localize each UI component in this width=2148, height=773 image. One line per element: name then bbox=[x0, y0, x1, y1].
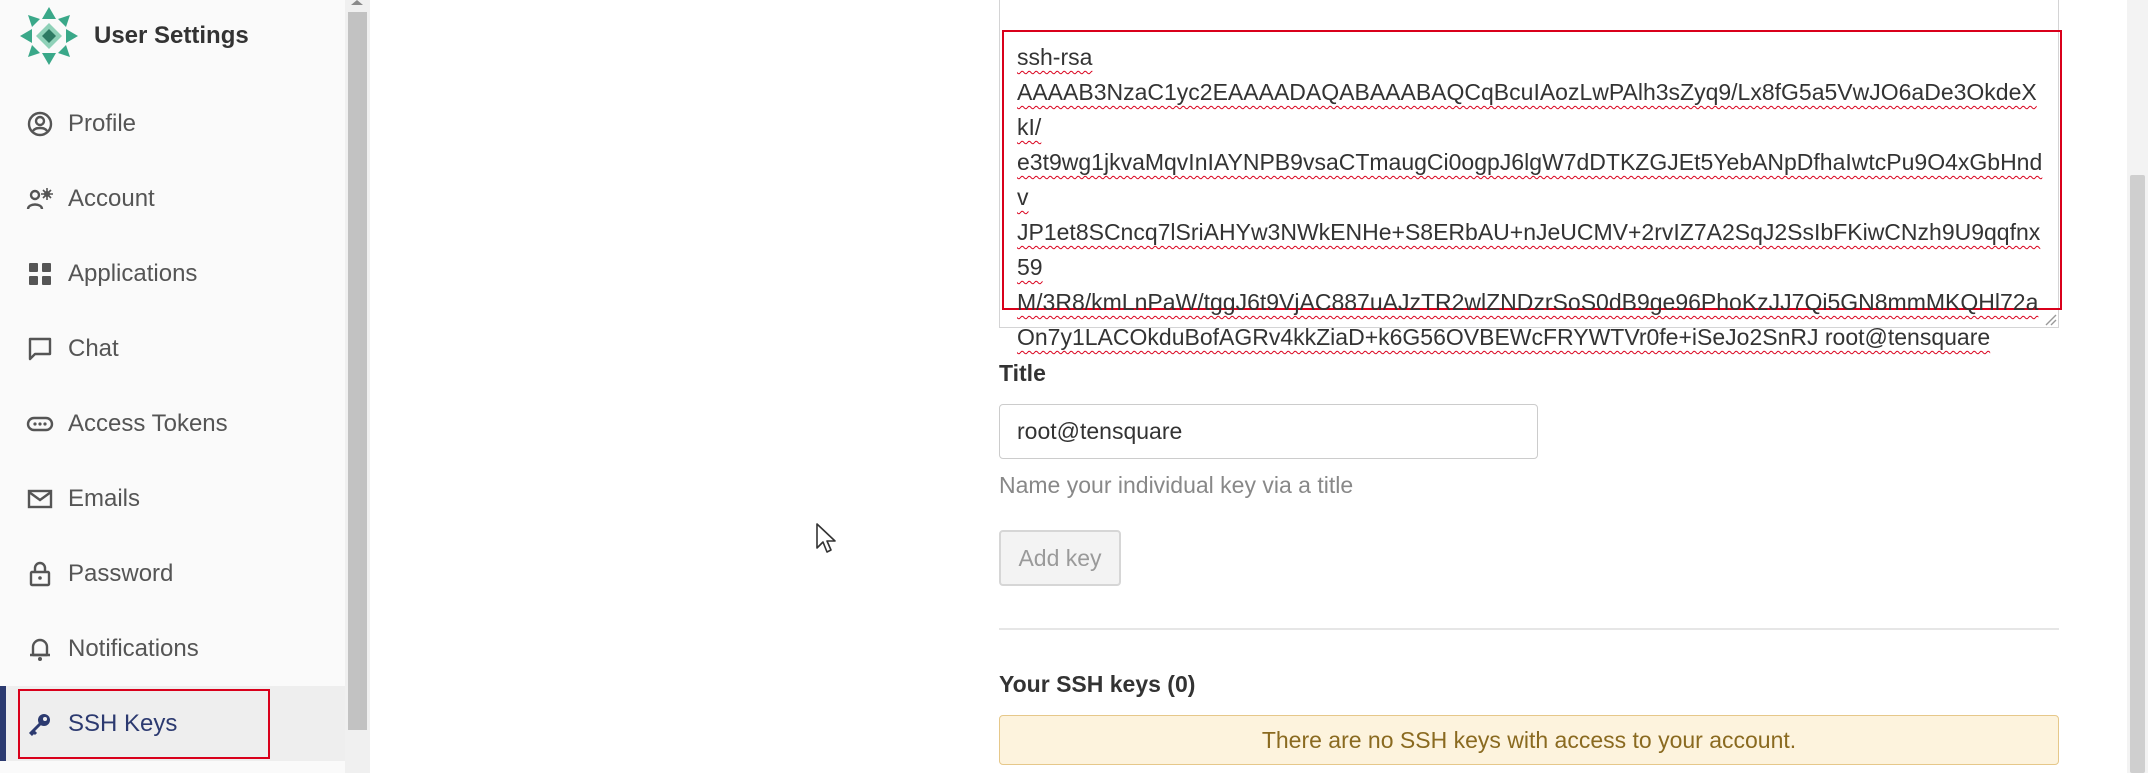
applications-icon bbox=[26, 260, 54, 288]
ssh-keys-highlight-box bbox=[18, 689, 270, 759]
settings-nav: Profile Account Applications Chat Access… bbox=[0, 86, 345, 761]
sidebar-scrollbar-thumb[interactable] bbox=[348, 12, 367, 730]
resize-handle-icon[interactable] bbox=[2043, 312, 2057, 326]
sidebar-item-access-tokens[interactable]: Access Tokens bbox=[0, 386, 345, 461]
sidebar-item-label: Notifications bbox=[68, 634, 199, 662]
title-label: Title bbox=[999, 360, 1046, 386]
add-key-button[interactable]: Add key bbox=[999, 530, 1121, 586]
account-icon bbox=[26, 185, 54, 213]
empty-keys-notice: There are no SSH keys with access to you… bbox=[999, 715, 2059, 765]
profile-icon bbox=[26, 110, 54, 138]
section-divider bbox=[999, 628, 2059, 630]
sidebar-item-applications[interactable]: Applications bbox=[0, 236, 345, 311]
app-logo-icon bbox=[20, 7, 78, 65]
brand[interactable]: User Settings bbox=[18, 4, 249, 68]
page-scrollbar-thumb[interactable] bbox=[2130, 175, 2145, 773]
sidebar-item-account[interactable]: Account bbox=[0, 161, 345, 236]
scroll-up-arrow-icon[interactable] bbox=[351, 0, 363, 5]
sidebar-item-label: Account bbox=[68, 184, 155, 212]
title-input[interactable] bbox=[999, 404, 1538, 459]
title-help-text: Name your individual key via a title bbox=[999, 472, 1354, 498]
sidebar-item-notifications[interactable]: Notifications bbox=[0, 611, 345, 686]
active-indicator bbox=[0, 686, 6, 761]
chat-icon bbox=[26, 335, 54, 363]
sidebar-item-ssh-keys[interactable]: SSH Keys bbox=[0, 686, 345, 761]
sidebar-item-label: Applications bbox=[68, 259, 198, 287]
sidebar-item-emails[interactable]: Emails bbox=[0, 461, 345, 536]
sidebar-item-profile[interactable]: Profile bbox=[0, 86, 345, 161]
mouse-cursor-icon bbox=[816, 523, 836, 553]
ssh-key-content[interactable]: ssh-rsa AAAAB3NzaC1yc2EAAAADAQABAAABAQCq… bbox=[1017, 40, 2047, 355]
sidebar-item-label: Emails bbox=[68, 484, 141, 512]
sidebar-item-label: Chat bbox=[68, 334, 119, 362]
notifications-icon bbox=[26, 635, 54, 663]
sidebar-item-label: Access Tokens bbox=[68, 409, 228, 437]
access-tokens-icon bbox=[26, 410, 54, 438]
sidebar-item-label: Profile bbox=[68, 109, 137, 137]
app-title: User Settings bbox=[94, 22, 249, 49]
sidebar-item-label: Password bbox=[68, 559, 174, 587]
sidebar-item-chat[interactable]: Chat bbox=[0, 311, 345, 386]
sidebar: User Settings Profile Account Applicatio… bbox=[0, 0, 345, 773]
sidebar-item-password[interactable]: Password bbox=[0, 536, 345, 611]
ssh-keys-heading: Your SSH keys (0) bbox=[999, 671, 1196, 697]
emails-icon bbox=[26, 485, 54, 513]
password-icon bbox=[26, 560, 54, 588]
